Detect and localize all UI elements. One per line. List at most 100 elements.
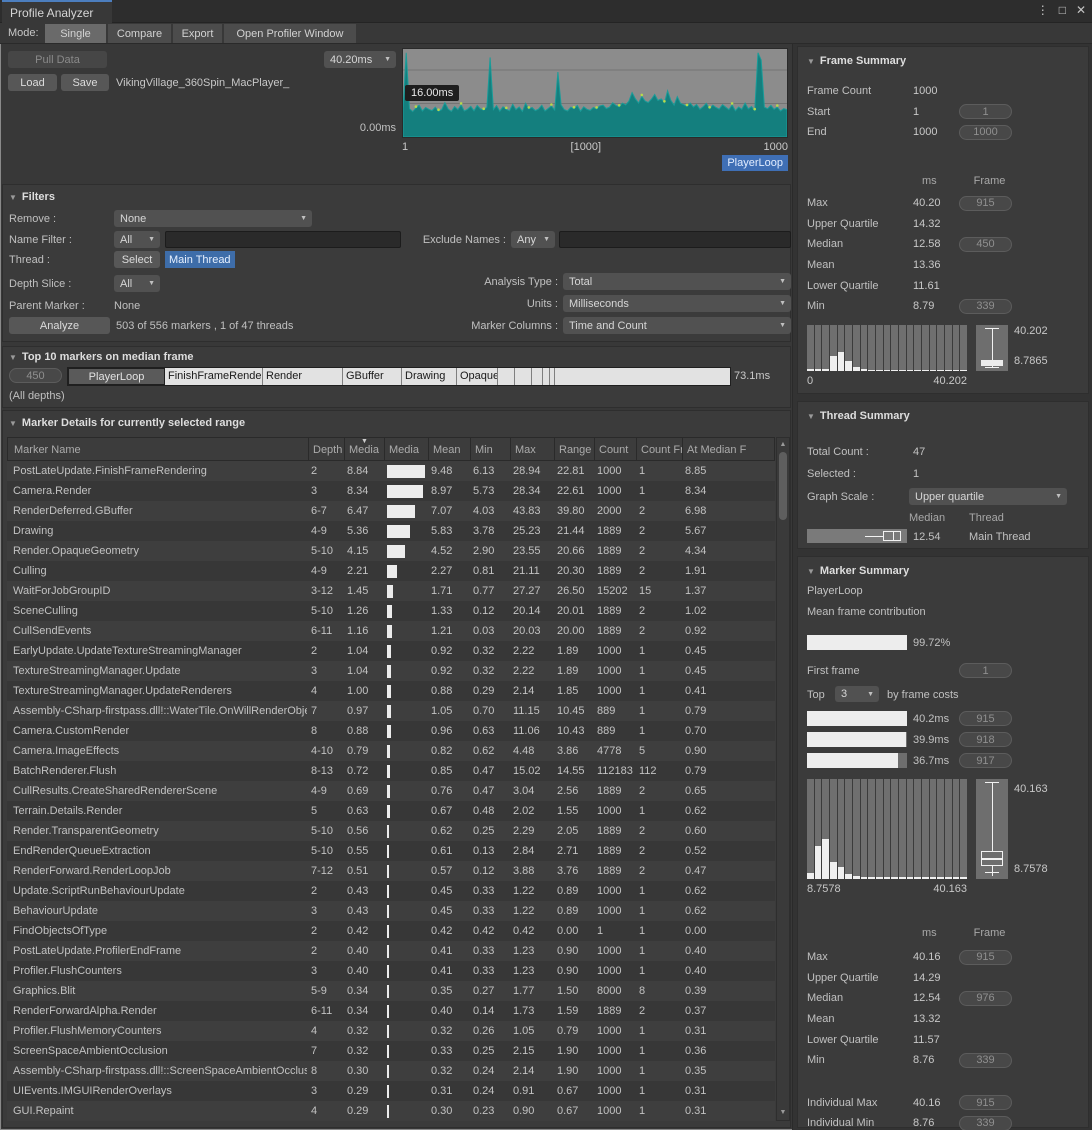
marker-row[interactable]: Culling4-92.212.270.8121.1120.30188921.9… (7, 561, 775, 581)
column-header-count[interactable]: Count (594, 438, 636, 460)
frame-button[interactable]: 915 (959, 711, 1012, 726)
marker-row[interactable]: Drawing4-95.365.833.7825.2321.44188925.6… (7, 521, 775, 541)
marker-row[interactable]: CullSendEvents6-111.161.210.0320.0320.00… (7, 621, 775, 641)
column-header-depth[interactable]: Depth (308, 438, 344, 460)
marker-segment[interactable]: Drawing (402, 368, 457, 385)
selected-marker-chip[interactable]: PlayerLoop (722, 155, 788, 171)
marker-row[interactable]: CullResults.CreateSharedRendererScene4-9… (7, 781, 775, 801)
frame-summary-histogram[interactable] (807, 325, 967, 371)
frame-button[interactable]: 339 (959, 1116, 1012, 1130)
marker-row[interactable]: Profiler.FlushMemoryCounters40.320.320.2… (7, 1021, 775, 1041)
frame-time-chart[interactable]: 16.00ms (402, 48, 788, 138)
marker-row[interactable]: BatchRenderer.Flush8-130.720.850.4715.02… (7, 761, 775, 781)
name-filter-input[interactable] (165, 231, 401, 248)
frame-button[interactable]: 450 (959, 237, 1012, 252)
mode-button-compare[interactable]: Compare (108, 24, 172, 43)
marker-segment[interactable] (532, 368, 543, 385)
column-header-range[interactable]: Range (554, 438, 594, 460)
marker-summary-histogram[interactable] (807, 779, 967, 879)
frame-button[interactable]: 339 (959, 299, 1012, 314)
column-header-mean[interactable]: Mean (428, 438, 470, 460)
frame-button[interactable]: 915 (959, 1095, 1012, 1110)
marker-row[interactable]: RenderForward.RenderLoopJob7-120.510.570… (7, 861, 775, 881)
marker-row[interactable]: Update.ScriptRunBehaviourUpdate20.430.45… (7, 881, 775, 901)
scrollbar-thumb[interactable] (779, 452, 787, 520)
frame-button[interactable]: 915 (959, 196, 1012, 211)
exclude-mode-dropdown[interactable]: Any▼ (511, 231, 555, 248)
mode-button-open-profiler[interactable]: Open Profiler Window (224, 24, 357, 43)
frame-button[interactable]: 1000 (959, 125, 1012, 140)
marker-segment[interactable]: FinishFrameRendering (165, 368, 263, 385)
marker-row[interactable]: Profiler.FlushCounters30.400.410.331.230… (7, 961, 775, 981)
marker-details-header[interactable]: ▼ Marker Details for currently selected … (9, 417, 245, 429)
marker-segment[interactable]: GBuffer (343, 368, 402, 385)
exclude-names-input[interactable] (559, 231, 791, 248)
marker-row[interactable]: PostLateUpdate.FinishFrameRendering28.84… (7, 461, 775, 481)
chart-scale-dropdown[interactable]: 40.20ms ▼ (324, 51, 396, 68)
marker-summary-boxplot[interactable] (976, 779, 1008, 879)
column-header-count-frame[interactable]: Count Fra (636, 438, 682, 460)
marker-row[interactable]: EndRenderQueueExtraction5-100.550.610.13… (7, 841, 775, 861)
marker-segment[interactable]: Render (263, 368, 343, 385)
remove-dropdown[interactable]: None▼ (114, 210, 312, 227)
frame-button[interactable]: 1 (959, 104, 1012, 119)
marker-segment[interactable] (515, 368, 532, 385)
mode-button-single[interactable]: Single (45, 24, 107, 43)
analyze-button[interactable]: Analyze (9, 317, 110, 334)
frame-button[interactable]: 918 (959, 732, 1012, 747)
marker-segment[interactable]: PlayerLoop (68, 368, 165, 385)
filters-header[interactable]: ▼ Filters (9, 191, 55, 203)
column-header-name[interactable]: Marker Name (8, 438, 308, 460)
maximize-icon[interactable]: □ (1059, 3, 1066, 17)
marker-segment[interactable]: OpaqueGeometry (457, 368, 498, 385)
column-header-max[interactable]: Max (510, 438, 554, 460)
marker-row[interactable]: TextureStreamingManager.UpdateRenderers4… (7, 681, 775, 701)
marker-row[interactable]: Render.OpaqueGeometry5-104.154.522.9023.… (7, 541, 775, 561)
frame-summary-header[interactable]: ▼ Frame Summary (807, 55, 906, 67)
column-header-min[interactable]: Min (470, 438, 510, 460)
frame-button[interactable]: 917 (959, 753, 1012, 768)
depth-slice-dropdown[interactable]: All▼ (114, 275, 160, 292)
marker-row[interactable]: Camera.CustomRender80.880.960.6311.0610.… (7, 721, 775, 741)
marker-row[interactable]: RenderForwardAlpha.Render6-110.340.400.1… (7, 1001, 775, 1021)
marker-row[interactable]: GUI.Repaint40.290.300.230.900.67100010.3… (7, 1101, 775, 1121)
name-filter-mode-dropdown[interactable]: All▼ (114, 231, 160, 248)
tab-profile-analyzer[interactable]: Profile Analyzer (2, 0, 112, 23)
analysis-type-dropdown[interactable]: Total▼ (563, 273, 791, 290)
marker-row[interactable]: SceneCulling5-101.261.330.1220.1420.0118… (7, 601, 775, 621)
scroll-up-icon[interactable]: ▲ (777, 439, 789, 451)
column-header-median[interactable]: ▼Media (344, 438, 384, 460)
marker-row[interactable]: EarlyUpdate.UpdateTextureStreamingManage… (7, 641, 775, 661)
marker-row[interactable]: Assembly-CSharp-firstpass.dll!::ScreenSp… (7, 1061, 775, 1081)
thread-boxplot[interactable] (807, 529, 907, 543)
top10-header[interactable]: ▼ Top 10 markers on median frame (9, 351, 194, 363)
load-button[interactable]: Load (8, 74, 57, 91)
marker-row[interactable]: BehaviourUpdate30.430.450.331.220.891000… (7, 901, 775, 921)
thread-summary-header[interactable]: ▼ Thread Summary (807, 410, 910, 422)
marker-row[interactable]: Terrain.Details.Render50.630.670.482.021… (7, 801, 775, 821)
frame-button[interactable]: 915 (959, 950, 1012, 965)
first-frame-button[interactable]: 1 (959, 663, 1012, 678)
marker-row[interactable]: WaitForJobGroupID3-121.451.710.7727.2726… (7, 581, 775, 601)
marker-row[interactable]: Camera.Render38.348.975.7328.3422.611000… (7, 481, 775, 501)
frame-summary-boxplot[interactable] (976, 325, 1008, 371)
median-frame-button[interactable]: 450 (9, 368, 62, 383)
marker-row[interactable]: PostLateUpdate.ProfilerEndFrame20.400.41… (7, 941, 775, 961)
graph-scale-dropdown[interactable]: Upper quartile▼ (909, 488, 1067, 505)
frame-button[interactable]: 976 (959, 991, 1012, 1006)
column-header-median-bar[interactable]: Media (384, 438, 428, 460)
mode-button-export[interactable]: Export (173, 24, 223, 43)
close-icon[interactable]: ✕ (1076, 3, 1086, 17)
marker-row[interactable]: UIEvents.IMGUIRenderOverlays30.290.310.2… (7, 1081, 775, 1101)
table-scrollbar[interactable]: ▲ ▼ (776, 437, 790, 1121)
frame-button[interactable]: 339 (959, 1053, 1012, 1068)
marker-row[interactable]: Camera.ImageEffects4-100.790.820.624.483… (7, 741, 775, 761)
menu-icon[interactable]: ⋮ (1037, 3, 1049, 17)
marker-row[interactable]: Graphics.Blit5-90.340.350.271.771.508000… (7, 981, 775, 1001)
units-dropdown[interactable]: Milliseconds▼ (563, 295, 791, 312)
marker-row[interactable]: Assembly-CSharp-firstpass.dll!::WaterTil… (7, 701, 775, 721)
marker-segment[interactable] (543, 368, 550, 385)
marker-row[interactable]: ScreenSpaceAmbientOcclusion70.320.330.25… (7, 1041, 775, 1061)
marker-row[interactable]: FindObjectsOfType20.420.420.420.420.0011… (7, 921, 775, 941)
pull-data-button[interactable]: Pull Data (8, 51, 107, 68)
